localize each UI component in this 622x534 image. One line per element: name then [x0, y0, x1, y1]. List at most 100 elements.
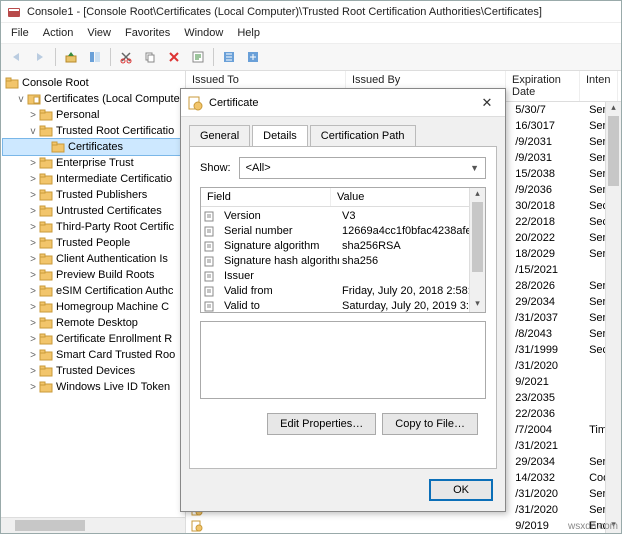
scroll-up-icon[interactable]: ▴ [606, 102, 621, 116]
tree-certs[interactable]: v Certificates (Local Compute [3, 91, 183, 107]
tree-item[interactable]: >Trusted Devices [3, 363, 183, 379]
close-button[interactable]: ✕ [475, 93, 499, 113]
menu-view[interactable]: View [87, 27, 111, 39]
field-col-field[interactable]: Field [201, 188, 331, 206]
col-intended[interactable]: Inten [580, 71, 618, 101]
twisty-open-icon[interactable]: v [15, 94, 27, 105]
tab-certification-path[interactable]: Certification Path [310, 125, 416, 146]
folder-icon [39, 333, 53, 345]
scroll-thumb[interactable] [472, 202, 483, 272]
twisty-icon[interactable]: > [27, 254, 39, 265]
tree-item[interactable]: >Preview Build Roots [3, 267, 183, 283]
field-row[interactable]: Valid fromFriday, July 20, 2018 2:58:24 [201, 283, 469, 298]
twisty-icon[interactable]: > [27, 206, 39, 217]
delete-button[interactable] [163, 46, 185, 68]
field-col-value[interactable]: Value [331, 188, 485, 206]
tree-item[interactable]: >Untrusted Certificates [3, 203, 183, 219]
copy-button[interactable] [139, 46, 161, 68]
menu-action[interactable]: Action [43, 27, 74, 39]
twisty-icon[interactable]: > [27, 238, 39, 249]
tree-item[interactable]: >Enterprise Trust [3, 155, 183, 171]
cell-expiration: 28/2026 [509, 280, 583, 292]
tree-root[interactable]: Console Root [3, 75, 183, 91]
ok-button[interactable]: OK [429, 479, 493, 501]
tree-item[interactable]: >Trusted Publishers [3, 187, 183, 203]
mmc-icon [7, 5, 21, 19]
tab-details[interactable]: Details [252, 125, 308, 146]
tree-item[interactable]: >eSIM Certification Authc [3, 283, 183, 299]
twisty-icon[interactable]: > [27, 174, 39, 185]
cell-expiration: /31/2020 [509, 488, 583, 500]
tree-item[interactable]: >Windows Live ID Token [3, 379, 183, 395]
field-row[interactable]: Valid toSaturday, July 20, 2019 3:18:… [201, 298, 469, 312]
folder-icon [39, 189, 53, 201]
folder-icon [39, 381, 53, 393]
menu-window[interactable]: Window [184, 27, 223, 39]
twisty-icon[interactable]: > [27, 350, 39, 361]
twisty-icon[interactable]: > [27, 270, 39, 281]
copy-to-file-button[interactable]: Copy to File… [382, 413, 478, 435]
tree-item[interactable]: >Trusted People [3, 235, 183, 251]
field-row[interactable]: Serial number12669a4cc1f0bfac4238afe9a6… [201, 223, 469, 238]
scroll-thumb[interactable] [608, 116, 619, 186]
twisty-icon[interactable]: > [27, 110, 39, 121]
scroll-up-icon[interactable]: ▴ [470, 188, 485, 202]
tree-scrollbar-h[interactable] [1, 517, 185, 533]
field-list[interactable]: Field Value VersionV3Serial number12669a… [200, 187, 486, 313]
tree-item[interactable]: > Certificate Enrollment R [3, 331, 183, 347]
field-row[interactable]: VersionV3 [201, 208, 469, 223]
fields-scrollbar-v[interactable]: ▴ ▾ [469, 188, 485, 312]
menu-favorites[interactable]: Favorites [125, 27, 170, 39]
twisty-icon[interactable]: > [27, 286, 39, 297]
tree-item[interactable]: >Client Authentication Is [3, 251, 183, 267]
dialog-titlebar[interactable]: Certificate ✕ [181, 89, 505, 117]
tab-general[interactable]: General [189, 125, 250, 146]
list-scrollbar-v[interactable]: ▴ ▾ [605, 102, 621, 533]
col-expiration[interactable]: Expiration Date [506, 71, 580, 101]
dialog-tabs: General Details Certification Path [181, 117, 505, 146]
twisty-icon[interactable]: > [27, 334, 39, 345]
tree-item-label: Certificate Enrollment R [56, 333, 172, 345]
show-hide-tree-button[interactable] [84, 46, 106, 68]
menu-file[interactable]: File [11, 27, 29, 39]
tree-item-certificates[interactable]: Certificates [3, 139, 183, 155]
show-label: Show: [200, 162, 231, 174]
tree-item[interactable]: >Personal [3, 107, 183, 123]
cell-expiration: 29/2034 [509, 456, 583, 468]
twisty-icon[interactable]: > [27, 222, 39, 233]
folder-icon [51, 141, 65, 153]
tree-item[interactable]: >Remote Desktop [3, 315, 183, 331]
tree-item[interactable]: >Homegroup Machine C [3, 299, 183, 315]
forward-button [29, 46, 51, 68]
field-row[interactable]: Issuer [201, 268, 469, 283]
tree-item-label: Third-Party Root Certific [56, 221, 174, 233]
cell-expiration: 23/2035 [509, 392, 583, 404]
tree-item[interactable]: >Intermediate Certificatio [3, 171, 183, 187]
menu-help[interactable]: Help [237, 27, 260, 39]
edit-properties-button[interactable]: Edit Properties… [267, 413, 376, 435]
field-row[interactable]: Signature algorithmsha256RSA [201, 238, 469, 253]
twisty-icon[interactable]: > [27, 382, 39, 393]
tree-item[interactable]: >Smart Card Trusted Roo [3, 347, 183, 363]
refresh-button[interactable] [218, 46, 240, 68]
twisty-icon[interactable]: > [27, 158, 39, 169]
tree-pane[interactable]: Console Root v Certificates (Local Compu… [1, 71, 186, 533]
twisty-icon[interactable]: > [27, 302, 39, 313]
cut-button[interactable] [115, 46, 137, 68]
up-button[interactable] [60, 46, 82, 68]
field-row[interactable]: Signature hash algorithmsha256 [201, 253, 469, 268]
certificate-dialog: Certificate ✕ General Details Certificat… [180, 88, 506, 512]
properties-button[interactable] [187, 46, 209, 68]
show-combobox[interactable]: <All> ▼ [239, 157, 486, 179]
field-name: Serial number [221, 225, 339, 237]
scroll-down-icon[interactable]: ▾ [470, 298, 485, 312]
twisty-icon[interactable]: > [27, 318, 39, 329]
twisty-icon[interactable]: > [27, 366, 39, 377]
twisty-icon[interactable]: v [27, 126, 39, 137]
twisty-icon[interactable]: > [27, 190, 39, 201]
list-row[interactable]: 9/2019Encry [186, 518, 621, 533]
tree-item[interactable]: > Third-Party Root Certific [3, 219, 183, 235]
field-detail-text[interactable] [200, 321, 486, 399]
export-list-button[interactable] [242, 46, 264, 68]
tree-item[interactable]: vTrusted Root Certificatio [3, 123, 183, 139]
